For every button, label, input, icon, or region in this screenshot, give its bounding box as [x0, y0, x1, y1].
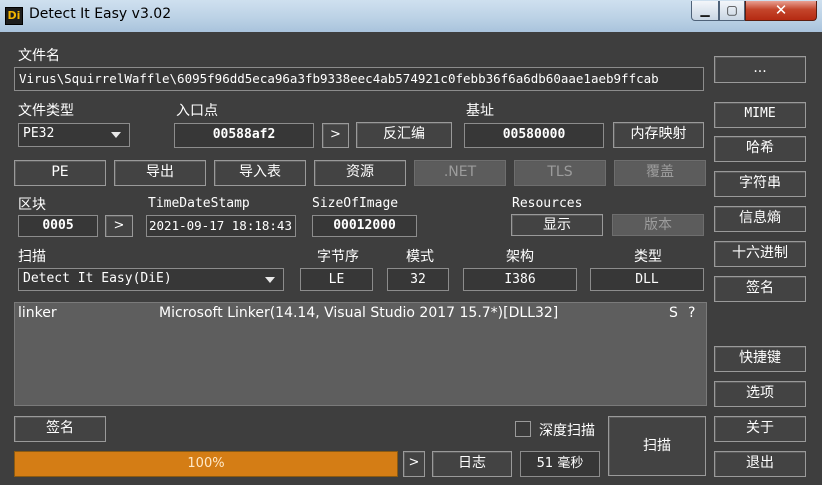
minimize-button[interactable]: ▁	[691, 1, 719, 21]
scan-engine-value: Detect It Easy(DiE)	[23, 271, 172, 286]
progress-arrow-button[interactable]: >	[403, 451, 425, 477]
tab-overlay[interactable]: 覆盖	[614, 160, 706, 186]
signature-button[interactable]: 签名	[14, 416, 106, 442]
result-kind: linker	[18, 305, 57, 321]
architecture-value: I386	[463, 268, 577, 291]
entry-point-value: 00588af2	[174, 123, 314, 148]
strings-button[interactable]: 字符串	[714, 171, 806, 197]
timestamp-label: TimeDateStamp	[148, 196, 250, 211]
maximize-button[interactable]: ▢	[719, 1, 745, 21]
mime-button[interactable]: MIME	[714, 102, 806, 128]
size-of-image-label: SizeOfImage	[312, 196, 399, 211]
scan-label: 扫描	[18, 249, 46, 265]
resources-version-button[interactable]: 版本	[612, 214, 704, 236]
entry-point-label: 入口点	[176, 103, 218, 119]
shortcuts-button[interactable]: 快捷键	[714, 346, 806, 372]
close-button[interactable]: ✕	[745, 1, 817, 21]
type-value: DLL	[590, 268, 704, 291]
result-signature-link[interactable]: S	[669, 305, 678, 321]
browse-button[interactable]: ...	[714, 56, 806, 83]
log-button[interactable]: 日志	[432, 451, 512, 477]
file-type-label: 文件类型	[18, 103, 74, 119]
entry-point-go-button[interactable]: >	[322, 123, 349, 148]
hex-button[interactable]: 十六进制	[714, 241, 806, 267]
size-of-image-value: 00012000	[312, 215, 417, 237]
chevron-down-icon	[265, 277, 275, 283]
hash-button[interactable]: 哈希	[714, 136, 806, 162]
result-info-link[interactable]: ?	[688, 305, 695, 321]
sidebar-signature-button[interactable]: 签名	[714, 276, 806, 302]
scan-engine-select[interactable]: Detect It Easy(DiE)	[18, 268, 284, 291]
deep-scan-label: 深度扫描	[539, 423, 595, 439]
sections-go-button[interactable]: >	[105, 215, 133, 237]
window-title: Detect It Easy v3.02	[29, 6, 172, 22]
result-name[interactable]: Microsoft Linker(14.14, Visual Studio 20…	[159, 305, 558, 321]
elapsed-time: 51 毫秒	[520, 451, 600, 477]
endianness-value: LE	[300, 268, 373, 291]
endianness-label: 字节序	[317, 249, 359, 265]
tab-resources[interactable]: 资源	[314, 160, 406, 186]
tab-import[interactable]: 导入表	[214, 160, 306, 186]
entropy-button[interactable]: 信息熵	[714, 206, 806, 232]
timestamp-value: 2021-09-17 18:18:43	[146, 215, 296, 237]
chevron-down-icon	[111, 132, 121, 138]
tab-tls[interactable]: TLS	[514, 160, 606, 186]
exit-button[interactable]: 退出	[714, 451, 806, 477]
type-label: 类型	[634, 249, 662, 265]
options-button[interactable]: 选项	[714, 381, 806, 407]
resources-label: Resources	[512, 196, 583, 211]
mode-value: 32	[387, 268, 449, 291]
memory-map-button[interactable]: 内存映射	[613, 122, 704, 148]
sections-label: 区块	[18, 197, 46, 213]
file-type-value: PE32	[23, 126, 55, 141]
file-name-label: 文件名	[18, 48, 60, 64]
app-icon: Di	[5, 7, 23, 25]
base-address-value: 00580000	[464, 123, 604, 148]
resources-show-button[interactable]: 显示	[511, 214, 603, 236]
about-button[interactable]: 关于	[714, 416, 806, 442]
sections-value: 0005	[18, 215, 98, 237]
architecture-label: 架构	[506, 249, 534, 265]
file-type-select[interactable]: PE32	[18, 123, 130, 147]
deep-scan-checkbox[interactable]	[515, 421, 531, 437]
scan-button[interactable]: 扫描	[608, 416, 706, 476]
tab-pe[interactable]: PE	[14, 160, 106, 186]
disassemble-button[interactable]: 反汇编	[356, 122, 452, 148]
base-address-label: 基址	[466, 103, 494, 119]
mode-label: 模式	[406, 249, 434, 265]
tab-export[interactable]: 导出	[114, 160, 206, 186]
progress-bar: 100%	[14, 451, 398, 477]
file-path-field[interactable]: Virus\SquirrelWaffle\6095f96dd5eca96a3fb…	[14, 67, 704, 91]
tab-dotnet[interactable]: .NET	[414, 160, 506, 186]
